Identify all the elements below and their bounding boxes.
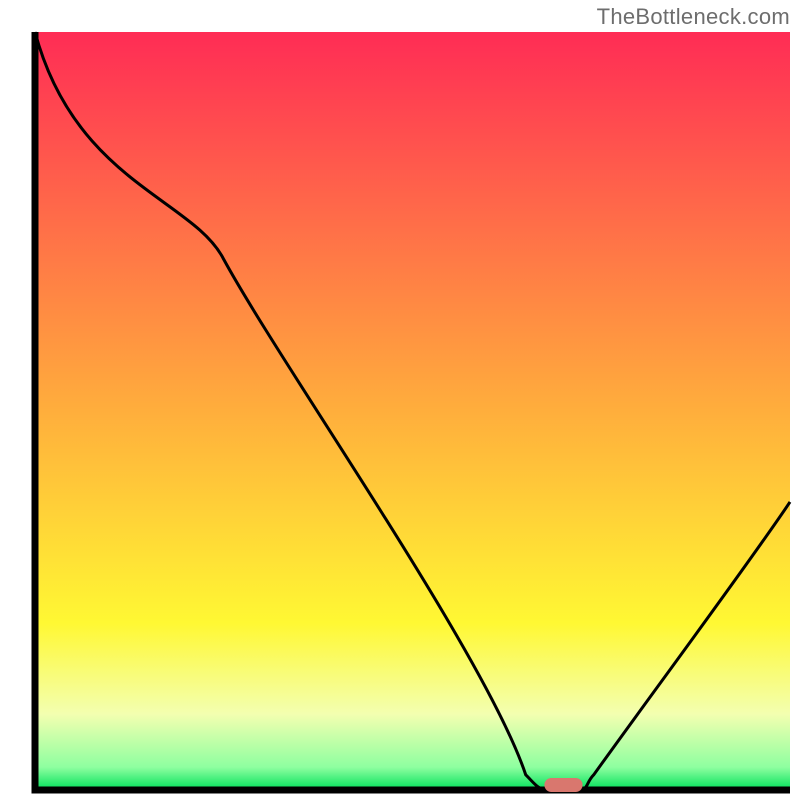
chart-svg — [0, 0, 800, 800]
plot-background — [35, 32, 790, 790]
optimal-marker — [544, 778, 582, 792]
watermark-text: TheBottleneck.com — [597, 4, 790, 30]
chart-container: TheBottleneck.com — [0, 0, 800, 800]
